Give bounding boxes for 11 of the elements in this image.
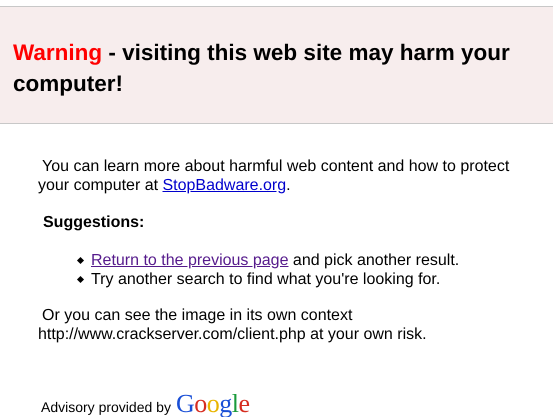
context-paragraph: Or you can see the image in its own context http://www.crackserver.com/client.php at your own risk. xyxy=(38,306,428,344)
suggestions-heading: Suggestions: xyxy=(43,213,144,232)
stopbadware-link[interactable]: StopBadware.org xyxy=(162,177,286,194)
suggestion-text: Return to the previous page and pick another result. xyxy=(91,251,460,270)
bullet-icon xyxy=(76,256,84,264)
advisory-text: Advisory provided by xyxy=(41,398,171,417)
previous-page-link[interactable]: Return to the previous page xyxy=(91,252,288,269)
warning-title: Warning - visiting this web site may harm your computer! xyxy=(13,39,511,98)
suggestion-text: Try another search to find what you're looking for. xyxy=(91,270,440,289)
intro-paragraph: You can learn more about harmful web content and how to protect your computer at StopBadware.org. xyxy=(38,157,510,195)
bullet-icon xyxy=(76,276,84,284)
